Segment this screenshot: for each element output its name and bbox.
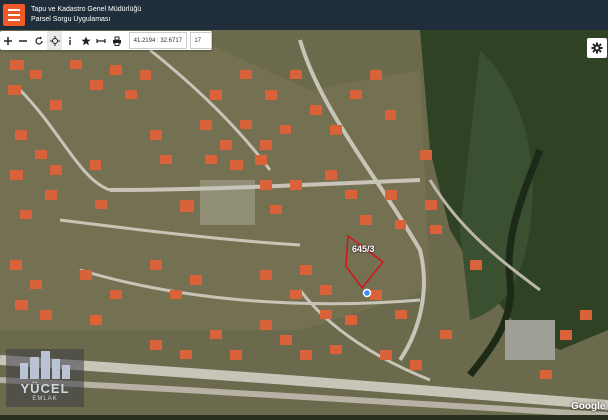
map-toolbar: 41.2194 : 32.6717 17 bbox=[0, 31, 212, 50]
measure-icon[interactable] bbox=[93, 31, 109, 50]
zoom-in-icon[interactable] bbox=[0, 31, 16, 50]
settings-gear-icon[interactable] bbox=[587, 38, 607, 58]
print-icon[interactable] bbox=[109, 31, 125, 50]
coordinate-readout: 41.2194 : 32.6717 bbox=[128, 32, 188, 49]
zoom-level-field[interactable]: 17 bbox=[190, 32, 212, 49]
satellite-map[interactable] bbox=[0, 30, 608, 418]
app-header: Tapu ve Kadastro Genel Müdürlüğü Parsel … bbox=[0, 0, 608, 30]
zoom-out-icon[interactable] bbox=[16, 31, 32, 50]
agency-watermark: YÜCEL EMLAK bbox=[6, 349, 84, 407]
watermark-subbrand: EMLAK bbox=[32, 396, 58, 402]
locate-icon[interactable] bbox=[46, 31, 63, 50]
info-icon[interactable] bbox=[62, 31, 78, 50]
header-title: Tapu ve Kadastro Genel Müdürlüğü bbox=[31, 6, 142, 13]
refresh-icon[interactable] bbox=[31, 31, 47, 50]
skyline-icon bbox=[20, 351, 70, 379]
app-logo bbox=[3, 4, 25, 26]
parcel-number-label: 645/3 bbox=[352, 244, 375, 254]
google-attribution: Google bbox=[571, 401, 606, 412]
header-subtitle: Parsel Sorgu Uygulaması bbox=[31, 16, 111, 23]
watermark-brand: YÜCEL bbox=[20, 381, 70, 396]
star-icon[interactable] bbox=[78, 31, 94, 50]
